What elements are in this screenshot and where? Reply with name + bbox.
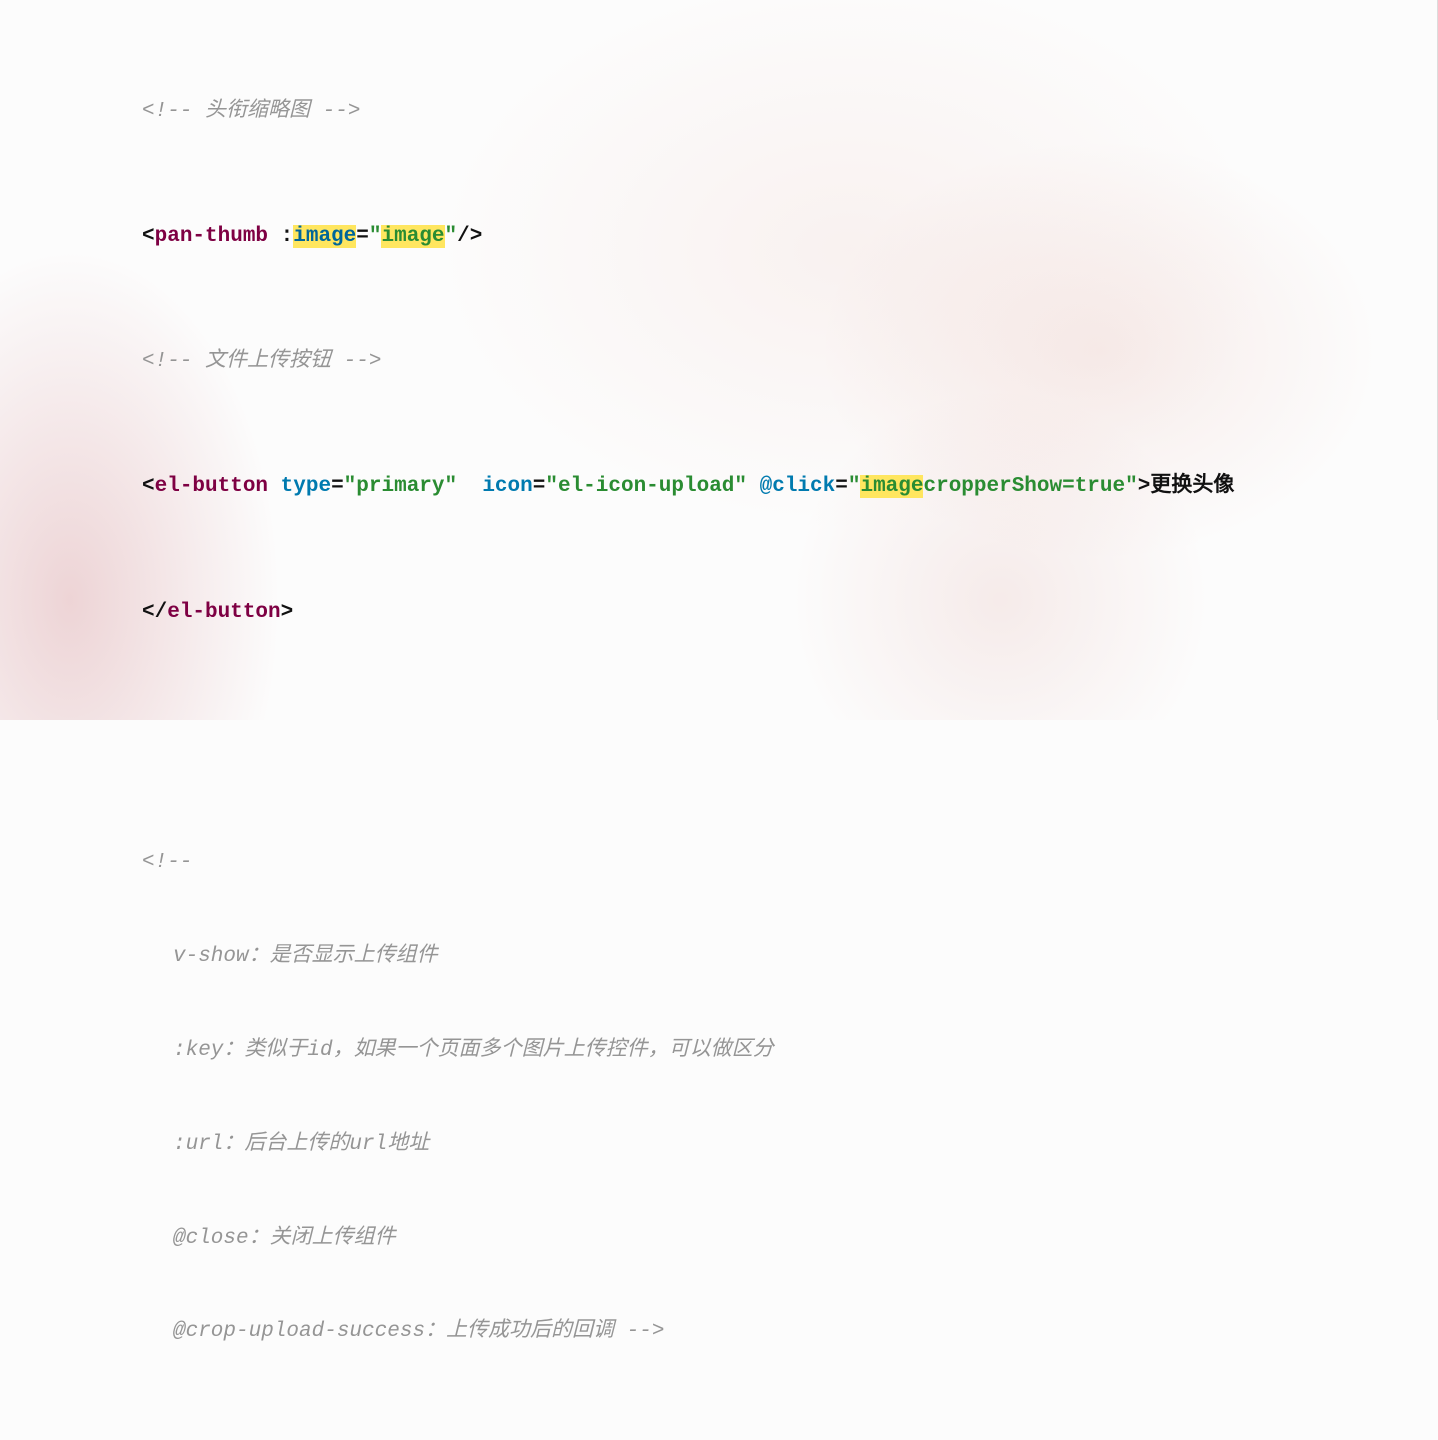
code-line: <el-button type="primary" icon="el-icon-… (88, 471, 1433, 502)
code-line: <!-- (88, 847, 1433, 878)
code-line: @crop-upload-success：上传成功后的回调 --> (88, 1316, 1433, 1347)
code-line: </el-button> (88, 597, 1433, 628)
comment: <!-- 文件上传按钮 --> (142, 350, 381, 373)
code-line: <!-- 头衔缩略图 --> (88, 96, 1433, 127)
button-label-text: 更换头像 (1150, 475, 1234, 498)
code-line: <pan-thumb :image="image"/> (88, 221, 1433, 252)
comment: <!-- 头衔缩略图 --> (142, 100, 360, 123)
code-line (88, 722, 1433, 753)
code-line: v-show：是否显示上传组件 (88, 941, 1433, 972)
code-line: <!-- 文件上传按钮 --> (88, 346, 1433, 377)
code-line: :key：类似于id，如果一个页面多个图片上传控件，可以做区分 (88, 1035, 1433, 1066)
code-line: @close：关闭上传组件 (88, 1223, 1433, 1254)
code-content[interactable]: <!-- 头衔缩略图 --> <pan-thumb :image="image"… (88, 2, 1433, 1440)
code-line: :url：后台上传的url地址 (88, 1129, 1433, 1160)
